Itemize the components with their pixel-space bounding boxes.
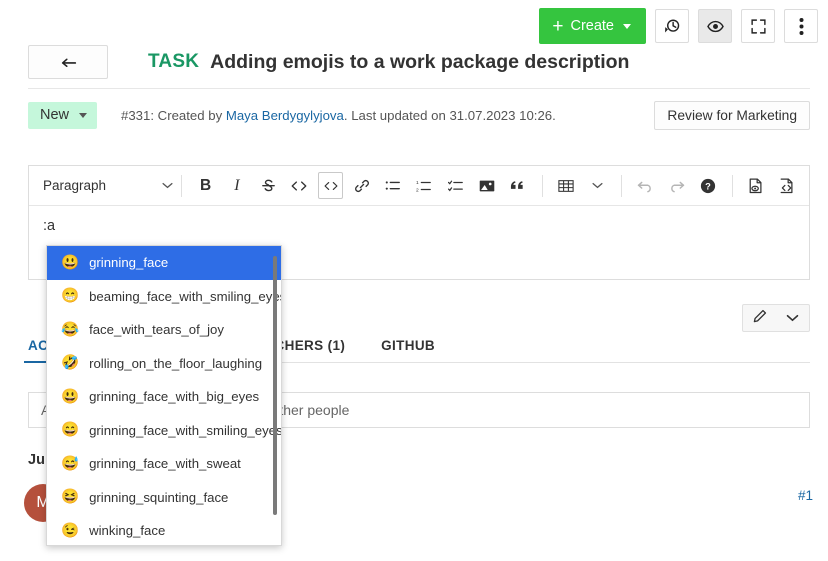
work-package-type: TASK (148, 51, 199, 73)
toolbar-divider (732, 175, 733, 197)
dropdown-scrollbar[interactable] (273, 256, 277, 515)
watch-button[interactable] (698, 9, 732, 43)
history-icon (663, 17, 681, 35)
bulleted-list-button[interactable] (380, 172, 405, 199)
emoji-option[interactable]: 😄 grinning_face_with_smiling_eyes (47, 414, 281, 448)
back-button[interactable] (28, 45, 108, 79)
review-for-marketing-button[interactable]: Review for Marketing (654, 101, 810, 130)
preview-button[interactable] (744, 172, 769, 199)
inline-code-button[interactable] (287, 172, 312, 199)
emoji-option[interactable]: 😁 beaming_face_with_smiling_eyes (47, 280, 281, 314)
emoji-glyph-icon: 😃 (61, 256, 79, 271)
emoji-label: beaming_face_with_smiling_eyes (89, 289, 282, 304)
insert-table-button[interactable] (554, 172, 579, 199)
emoji-glyph-icon: 😅 (61, 457, 79, 472)
emoji-label: grinning_face_with_big_eyes (89, 389, 259, 404)
chevron-down-icon (162, 180, 173, 192)
tab-github[interactable]: GITHUB (381, 338, 435, 362)
toolbar-divider (542, 175, 543, 197)
create-button-label: Create (570, 18, 614, 34)
undo-button[interactable] (633, 172, 658, 199)
title-row: TASK Adding emojis to a work package des… (28, 44, 810, 80)
emoji-label: rolling_on_the_floor_laughing (89, 356, 262, 371)
activity-date-heading: Ju (28, 452, 45, 468)
emoji-glyph-icon: 😄 (61, 423, 79, 438)
link-button[interactable] (349, 172, 374, 199)
activity-history-button[interactable] (655, 9, 689, 43)
emoji-option[interactable]: 😆 grinning_squinting_face (47, 481, 281, 515)
emoji-glyph-icon: 😆 (61, 490, 79, 505)
editor-toolbar: Paragraph B I (29, 166, 809, 206)
emoji-label: grinning_squinting_face (89, 490, 228, 505)
toolbar-divider (621, 175, 622, 197)
emoji-label: grinning_face (89, 255, 168, 270)
emoji-glyph-icon: 🤣 (61, 356, 79, 371)
emoji-autocomplete-dropdown: 😃 grinning_face 😁 beaming_face_with_smil… (46, 245, 282, 546)
blockquote-button[interactable] (505, 172, 530, 199)
emoji-option[interactable]: 😉 winking_face (47, 514, 281, 546)
plus-icon: + (552, 17, 563, 36)
author-link[interactable]: Maya Berdygylyjova (226, 108, 344, 123)
comment-anchor-link[interactable]: #1 (798, 488, 813, 503)
arrow-left-icon (59, 54, 77, 70)
italic-button[interactable]: I (224, 172, 249, 199)
emoji-glyph-icon: 😂 (61, 323, 79, 338)
table-dropdown-button[interactable] (585, 172, 610, 199)
title-divider (28, 88, 810, 89)
emoji-label: face_with_tears_of_joy (89, 322, 224, 337)
code-block-button[interactable] (318, 172, 343, 199)
strikethrough-button[interactable] (255, 172, 280, 199)
svg-text:2: 2 (416, 187, 419, 193)
redo-button[interactable] (664, 172, 689, 199)
top-action-bar: + Create (539, 8, 818, 44)
meta-info: #331: Created by Maya Berdygylyjova. Las… (121, 108, 556, 123)
last-updated-text: . Last updated on 31.07.2023 10:26. (344, 108, 556, 123)
toolbar-divider (181, 175, 182, 197)
eye-icon (706, 17, 725, 36)
create-button[interactable]: + Create (539, 8, 646, 44)
chevron-down-icon (79, 113, 87, 118)
emoji-option[interactable]: 😂 face_with_tears_of_joy (47, 313, 281, 347)
work-package-page: + Create (0, 0, 828, 561)
page-title: Adding emojis to a work package descript… (210, 51, 629, 74)
emoji-option[interactable]: 😅 grinning_face_with_sweat (47, 447, 281, 481)
insert-image-button[interactable] (474, 172, 499, 199)
emoji-option[interactable]: 😃 grinning_face_with_big_eyes (47, 380, 281, 414)
numbered-list-button[interactable]: 1 2 (412, 172, 437, 199)
markdown-source-button[interactable] (775, 172, 800, 199)
fullscreen-icon (750, 18, 767, 35)
help-button[interactable]: ? (695, 172, 720, 199)
bold-button[interactable]: B (193, 172, 218, 199)
meta-row: New #331: Created by Maya Berdygylyjova.… (28, 100, 810, 130)
emoji-label: grinning_face_with_sweat (89, 456, 241, 471)
vertical-dots-icon (799, 17, 804, 36)
emoji-glyph-icon: 😃 (61, 390, 79, 405)
emoji-label: winking_face (89, 523, 165, 538)
emoji-label: grinning_face_with_smiling_eyes (89, 423, 282, 438)
status-label: New (40, 107, 69, 123)
emoji-option[interactable]: 🤣 rolling_on_the_floor_laughing (47, 347, 281, 381)
emoji-option[interactable]: 😃 grinning_face (47, 246, 281, 280)
emoji-glyph-icon: 😁 (61, 289, 79, 304)
task-list-button[interactable] (443, 172, 468, 199)
more-menu-button[interactable] (784, 9, 818, 43)
paragraph-style-select[interactable]: Paragraph (43, 173, 173, 199)
work-package-id-text: #331: Created by (121, 108, 226, 123)
status-badge[interactable]: New (28, 102, 97, 129)
svg-text:1: 1 (416, 180, 419, 186)
chevron-down-icon (623, 24, 631, 29)
paragraph-style-value: Paragraph (43, 178, 106, 193)
emoji-glyph-icon: 😉 (61, 524, 79, 539)
svg-text:?: ? (705, 181, 711, 191)
fullscreen-button[interactable] (741, 9, 775, 43)
